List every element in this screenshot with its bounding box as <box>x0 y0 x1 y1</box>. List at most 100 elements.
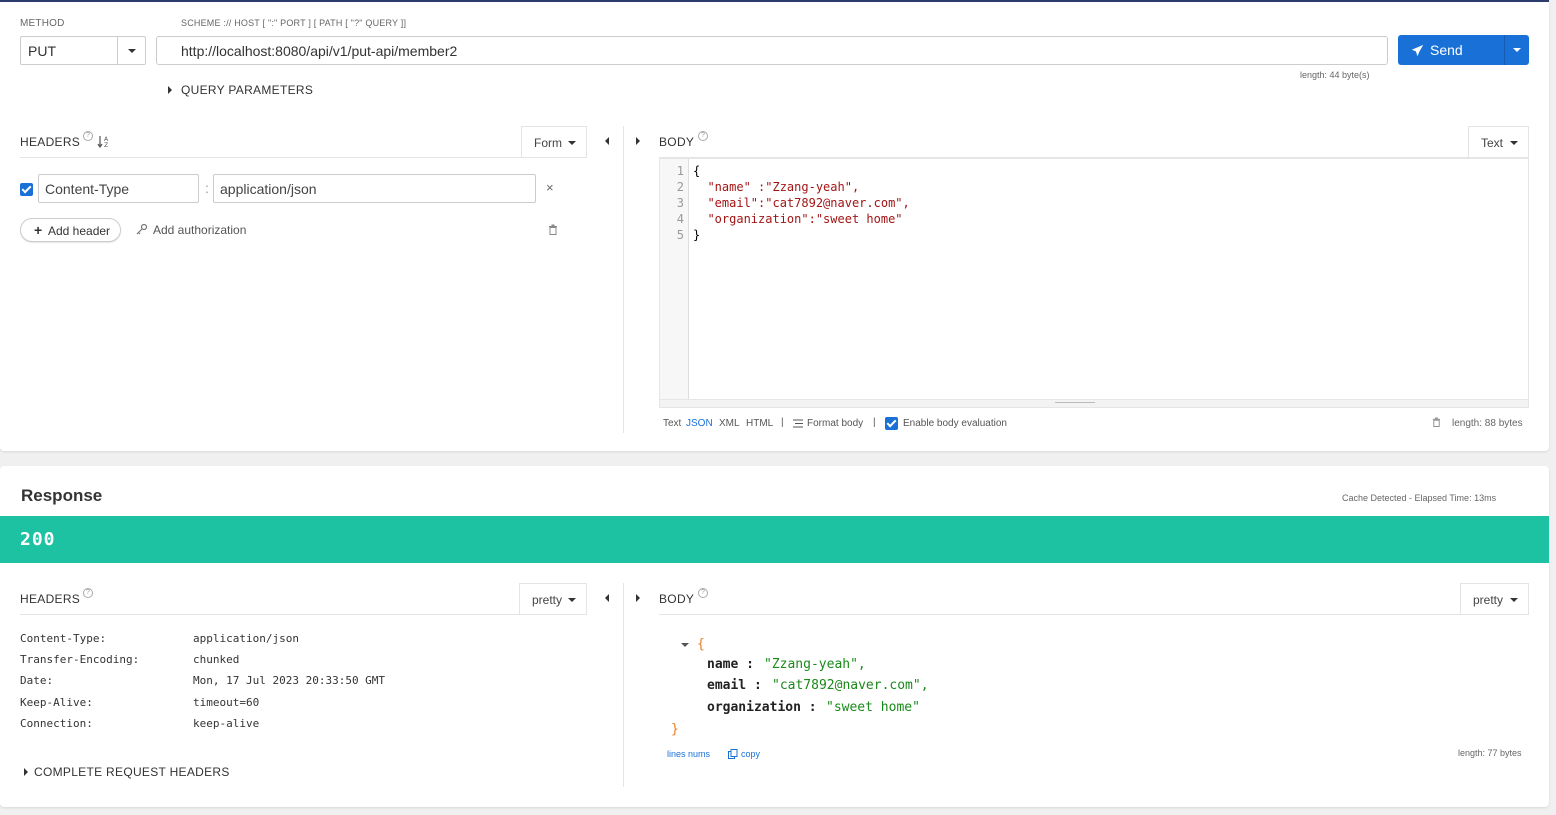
request-body-title: BODY <box>659 135 695 149</box>
method-label: METHOD <box>20 18 65 29</box>
help-icon[interactable]: ? <box>83 131 93 141</box>
line-number: 1 <box>676 164 684 178</box>
copy-icon <box>728 749 738 759</box>
collapse-left-icon[interactable] <box>605 594 609 602</box>
send-label: Send <box>1430 42 1463 58</box>
divider <box>20 614 587 615</box>
json-key: name : <box>707 657 754 672</box>
divider <box>659 614 1529 615</box>
response-body-length: length: 77 bytes <box>1458 748 1522 758</box>
line-number: 2 <box>676 180 684 194</box>
url-length: length: 44 byte(s) <box>1300 70 1370 80</box>
paper-plane-icon <box>1411 44 1424 57</box>
trash-icon[interactable] <box>548 224 558 235</box>
key-icon <box>136 223 148 235</box>
add-authorization-label: Add authorization <box>153 223 247 237</box>
method-dropdown-button[interactable] <box>117 37 145 64</box>
header-value-value: application/json <box>220 181 317 197</box>
help-icon[interactable]: ? <box>83 588 93 598</box>
footer-separator: | <box>781 417 784 428</box>
header-value-input[interactable]: application/json <box>213 174 536 203</box>
collapse-left-icon[interactable] <box>605 137 609 145</box>
format-html[interactable]: HTML <box>746 418 773 429</box>
format-json[interactable]: JSON <box>686 418 713 429</box>
header-key: Date: <box>20 674 54 687</box>
url-label: SCHEME :// HOST [ ":" PORT ] [ PATH [ "?… <box>181 18 407 28</box>
add-header-button[interactable]: + Add header <box>20 218 121 242</box>
help-icon[interactable]: ? <box>698 588 708 598</box>
header-value: chunked <box>193 653 240 666</box>
body-mode-label: Text <box>1481 136 1504 150</box>
collapse-right-icon[interactable] <box>636 137 640 145</box>
body-editor[interactable]: 1 2 3 4 5 { "name" :"Zzang-yeah", "email… <box>659 158 1529 408</box>
query-parameters-toggle[interactable]: QUERY PARAMETERS <box>166 83 316 97</box>
body-length: length: 88 bytes <box>1452 418 1523 429</box>
line-gutter: 1 2 3 4 5 <box>660 159 689 407</box>
header-name-value: Content-Type <box>45 181 130 197</box>
response-headers-mode-dropdown[interactable]: pretty <box>519 583 587 614</box>
chevron-down-icon <box>128 49 136 53</box>
lines-nums-link[interactable]: lines nums <box>667 749 710 759</box>
header-separator: : <box>205 180 209 196</box>
body-mode-dropdown[interactable]: Text <box>1468 126 1529 157</box>
headers-mode-dropdown[interactable]: Form <box>521 126 587 157</box>
code-line: { <box>693 164 701 178</box>
send-button[interactable]: Send <box>1398 35 1529 65</box>
resize-handle[interactable] <box>660 399 1528 407</box>
response-headers-mode-label: pretty <box>532 593 563 607</box>
expand-icon <box>24 768 28 776</box>
add-authorization-button[interactable]: Add authorization <box>136 222 256 238</box>
remove-header-icon[interactable]: × <box>546 180 554 195</box>
complete-request-headers-toggle[interactable]: COMPLETE REQUEST HEADERS <box>20 765 240 779</box>
complete-request-headers-label: COMPLETE REQUEST HEADERS <box>34 765 230 779</box>
enable-eval-checkbox[interactable] <box>885 417 898 430</box>
request-panel: METHOD SCHEME :// HOST [ ":" PORT ] [ PA… <box>0 0 1549 451</box>
copy-label: copy <box>741 749 761 759</box>
method-value: PUT <box>28 43 56 59</box>
response-body-title: BODY <box>659 592 695 606</box>
header-key: Connection: <box>20 717 93 730</box>
line-number: 3 <box>676 196 684 210</box>
format-body-button[interactable]: Format body <box>793 417 868 430</box>
chevron-down-icon <box>1513 48 1521 52</box>
cache-info: Cache Detected - Elapsed Time: 13ms <box>1342 493 1497 503</box>
align-icon <box>793 419 803 428</box>
status-bar: 200 <box>0 516 1549 563</box>
json-value: "cat7892@naver.com", <box>772 678 929 693</box>
json-key: organization : <box>707 700 817 715</box>
footer-separator: | <box>873 417 876 428</box>
chevron-down-icon <box>1510 141 1518 145</box>
method-select[interactable]: PUT <box>20 36 146 65</box>
status-code: 200 <box>20 529 56 550</box>
format-text[interactable]: Text <box>663 418 681 429</box>
code-line: } <box>693 228 701 242</box>
enable-eval-label: Enable body evaluation <box>903 418 1007 429</box>
json-open-brace: { <box>697 637 705 652</box>
response-headers-title: HEADERS <box>20 592 81 606</box>
copy-button[interactable]: copy <box>728 748 768 760</box>
sort-alpha-icon[interactable]: A Z <box>97 135 110 148</box>
header-key: Content-Type: <box>20 632 107 645</box>
response-body-mode-dropdown[interactable]: pretty <box>1460 583 1529 614</box>
header-name-input[interactable]: Content-Type <box>38 174 199 203</box>
response-body-mode-label: pretty <box>1473 593 1504 607</box>
grip-icon <box>1055 402 1095 403</box>
code-line: "organization":"sweet home" <box>693 212 903 226</box>
collapse-json-icon[interactable] <box>681 643 689 647</box>
response-panel: Response Cache Detected - Elapsed Time: … <box>0 466 1549 807</box>
request-headers-title: HEADERS <box>20 135 81 149</box>
header-value: application/json <box>193 632 299 645</box>
header-enabled-checkbox[interactable] <box>20 183 33 196</box>
url-input[interactable]: http://localhost:8080/api/v1/put-api/mem… <box>156 36 1388 65</box>
send-options-button[interactable] <box>1505 35 1529 65</box>
split-divider <box>623 126 624 433</box>
json-value: "Zzang-yeah", <box>764 657 866 672</box>
url-value: http://localhost:8080/api/v1/put-api/mem… <box>181 43 458 59</box>
json-value: "sweet home" <box>826 700 920 715</box>
svg-text:Z: Z <box>104 142 108 148</box>
trash-icon[interactable] <box>1432 417 1441 427</box>
format-xml[interactable]: XML <box>719 418 740 429</box>
help-icon[interactable]: ? <box>698 131 708 141</box>
response-title: Response <box>21 486 103 505</box>
collapse-right-icon[interactable] <box>636 594 640 602</box>
